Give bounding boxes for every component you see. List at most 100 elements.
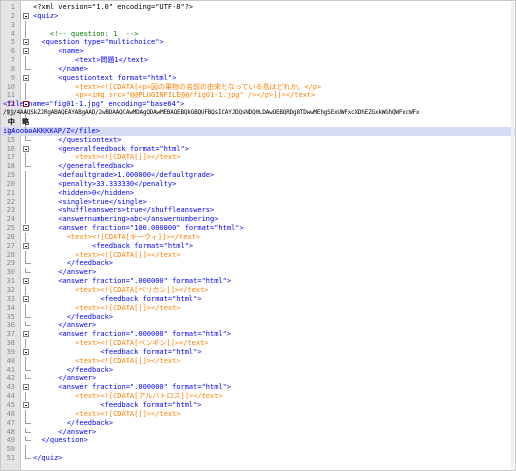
fold-toggle-icon[interactable] [23,225,29,232]
code-line[interactable]: 45 <feedback format="html"> [1,401,515,410]
xml-editor[interactable]: 1 <?xml version="1.0" encoding="UTF-8"?> … [0,0,516,471]
line-number: 8 [10,64,15,73]
line-number: 43 [6,383,15,392]
code-line[interactable]: 46 <text><![CDATA[]]></text> [1,409,515,419]
code-line[interactable]: 43 <answer fraction=".000000" format="ht… [1,383,515,392]
code-line[interactable]: 35 </feedback> [1,312,515,322]
code-line[interactable]: 24 <answernumbering>abc</answernumbering… [1,215,515,225]
line-number: 45 [6,400,15,409]
code-line[interactable]: 7 <text>問題1</text> [1,56,515,65]
code-line[interactable]: 中 略 [1,117,515,127]
line-text: </answer> [33,374,97,383]
code-line[interactable]: 16 <generalfeedback format="html"> [1,145,515,154]
code-line[interactable]: 5 <question type="multichoice"> [1,38,515,47]
code-line[interactable]: 14 igAooooAKKKKAP/Z</file> [1,126,515,136]
code-line[interactable]: 12 <file name="fig01-1.jpg" encoding="bas… [1,100,515,109]
omitted-marker: 中 略 [3,117,30,126]
line-number: 32 [6,286,15,294]
code-line[interactable]: 32 <text><![CDATA[ベリカン]]></text> [1,286,515,295]
line-number: 38 [6,339,15,348]
line-number: 10 [6,82,15,91]
fold-toggle-icon[interactable] [23,278,29,285]
code-line[interactable]: 51 </quiz> [1,454,515,463]
code-line[interactable]: 28 <text><![CDATA[]]></text> [1,250,515,260]
code-line[interactable]: 41 </feedback> [1,365,515,375]
code-line[interactable]: 31 <answer fraction=".000000" format="ht… [1,277,515,286]
code-line[interactable]: 8 </name> [1,64,515,74]
line-text: <feedback format="html"> [33,400,202,409]
line-number: 35 [6,312,15,321]
line-number: 51 [6,454,15,463]
fold-toggle-icon[interactable] [23,242,29,249]
code-line[interactable]: 30 </answer> [1,268,515,277]
code-line[interactable]: 39 <feedback format="html"> [1,348,515,357]
line-number: 7 [10,56,15,65]
code-line[interactable]: 15 </questiontext> [1,135,515,145]
line-number: 48 [6,427,15,436]
code-line[interactable]: 37 <answer fraction=".000000" format="ht… [1,330,515,339]
code-line[interactable]: 27 <feedback format="html"> [1,242,515,251]
code-line[interactable]: 19 <defaultgrade>1.000000</defaultgrade> [1,171,515,180]
code-line[interactable]: 1 <?xml version="1.0" encoding="UTF-8"?> [1,3,515,12]
code-line[interactable]: 17 <text><![CDATA[]]></text> [1,153,515,163]
code-line[interactable]: 47 </feedback> [1,418,515,428]
vertical-scrollbar[interactable] [511,2,514,469]
code-line[interactable]: 40 <text><![CDATA[]]></text> [1,356,515,366]
fold-toggle-icon[interactable] [23,39,29,46]
code-line[interactable]: 21 <hidden>0</hidden> [1,188,515,198]
line-text: </feedback> [33,418,114,427]
fold-toggle-icon[interactable] [23,348,29,355]
fold-toggle-icon[interactable] [23,401,29,408]
line-number: 29 [6,259,15,268]
fold-toggle-icon[interactable] [23,12,29,19]
code-line[interactable]: 42 </answer> [1,374,515,383]
code-line[interactable]: 26 <text><![CDATA[キーウィ]]></text> [1,232,515,242]
line-number: 26 [6,232,15,241]
line-number: 21 [6,188,15,197]
line-text: </answer> [33,427,97,436]
line-text: <answernumbering>abc</answernumbering> [33,215,219,224]
line-number: 16 [6,144,15,153]
code-line[interactable]: 10 <text><![CDATA[<p>図の果物の名前の由来となっている島はど… [1,82,515,92]
code-line[interactable]: 49 </question> [1,436,515,445]
line-number: 22 [6,197,15,206]
code-line[interactable]: 34 <text><![CDATA[]]></text> [1,303,515,313]
line-text: </feedback> [33,259,114,268]
code-line[interactable]: 20 <penalty>33.333330</penalty> [1,179,515,189]
code-line[interactable]: 18 </generalfeedback> [1,162,515,171]
fold-toggle-icon[interactable] [23,295,29,302]
line-number: 33 [6,294,15,303]
fold-toggle-icon[interactable] [23,74,29,81]
code-line[interactable]: 11 <p><img src="@@PLUGINFILE@@/fig01-1.j… [1,91,515,101]
code-line[interactable]: 48 </answer> [1,427,515,437]
code-line[interactable]: 6 <name> [1,47,515,56]
line-number: 15 [6,135,15,144]
code-line[interactable]: 23 <shuffleanswers>true</shuffleanswers> [1,206,515,216]
code-line[interactable]: 3 [1,20,515,30]
fold-toggle-icon[interactable] [23,384,29,391]
fold-toggle-icon[interactable] [23,331,29,338]
code-line[interactable]: 36 </answer> [1,321,515,330]
line-number: 39 [6,347,15,356]
line-number: 19 [6,171,15,180]
code-line[interactable]: 25 <answer fraction="100.000000" format=… [1,224,515,233]
line-text: <text><![CDATA[]]></text> [33,303,181,312]
line-text: <feedback format="html"> [33,241,194,250]
fold-toggle-icon[interactable] [23,48,29,55]
code-area[interactable]: 1 <?xml version="1.0" encoding="UTF-8"?> … [1,3,515,463]
code-line[interactable]: 50 [1,445,515,455]
code-line[interactable]: 29 </feedback> [1,259,515,268]
line-text: <text><![CDATA[]]></text> [33,356,181,365]
code-line[interactable]: 13/9j/4AAQSkZJRgABAQEAYABgAAD/2wBDAAQCAw… [1,109,515,118]
code-line[interactable]: 44 <text><![CDATA[アルバトロス]]></text> [1,392,515,401]
line-text: </questiontext> [33,135,122,144]
code-line[interactable]: 33 <feedback format="html"> [1,295,515,304]
line-text: <text><![CDATA[]]></text> [33,250,181,259]
line-text: </feedback> [33,312,114,321]
code-line[interactable]: 4 <!-- question: 1 --> [1,29,515,39]
fold-toggle-icon[interactable] [23,145,29,152]
code-line[interactable]: 22 <single>true</single> [1,197,515,207]
code-line[interactable]: 9 <questiontext format="html"> [1,74,515,83]
code-line[interactable]: 38 <text><![CDATA[ペンギン]]></text> [1,339,515,348]
code-line[interactable]: 2 <quiz> [1,12,515,21]
